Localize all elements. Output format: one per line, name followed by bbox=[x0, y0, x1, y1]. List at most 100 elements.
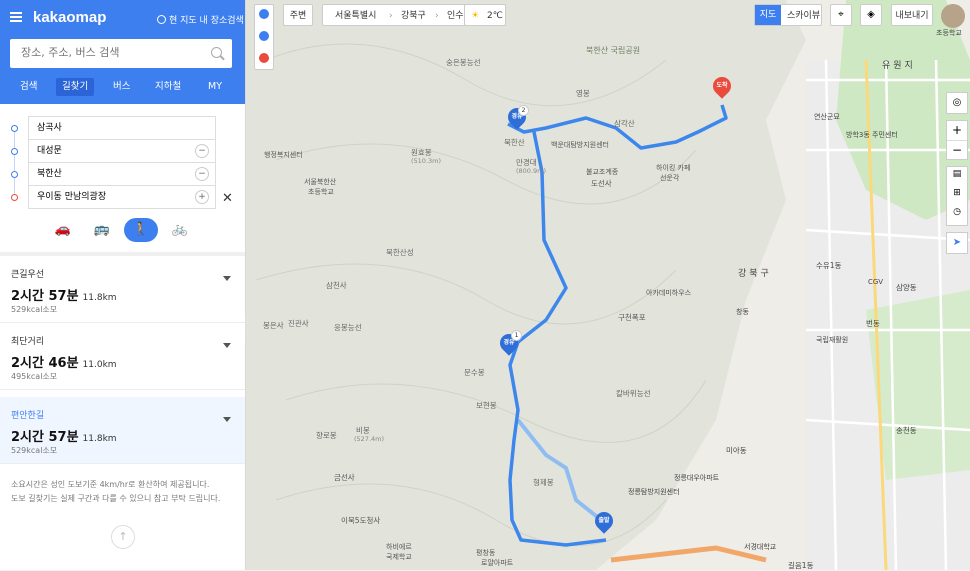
chevron-right-icon: › bbox=[435, 11, 439, 21]
marker-blue-icon[interactable] bbox=[259, 31, 269, 41]
skyview-button[interactable]: 스카이뷰 bbox=[787, 5, 820, 27]
map-view-button[interactable]: 지도 bbox=[755, 5, 781, 25]
notice-line: 소요시간은 성인 도보기준 4km/hr로 환산하여 제공됩니다. bbox=[11, 480, 210, 489]
via-dot-icon bbox=[11, 171, 18, 178]
bicycle-icon[interactable]: 🚲 bbox=[163, 218, 197, 242]
chevron-down-icon[interactable] bbox=[223, 276, 231, 281]
search-input[interactable] bbox=[19, 45, 203, 60]
layers-icon[interactable]: ◈ bbox=[860, 4, 882, 26]
route-option-time: 2시간 57분 11.8km bbox=[11, 285, 117, 304]
route-option-name: 큰길우선 bbox=[11, 270, 45, 280]
start-label: 출발 bbox=[598, 517, 610, 524]
via-dot-icon bbox=[11, 148, 18, 155]
route-kcal: 529kcal소모 bbox=[11, 446, 58, 455]
end-dot-icon bbox=[11, 194, 18, 201]
waypoint-end[interactable]: 우이동 만남의광장 + bbox=[28, 185, 216, 209]
waypoint-label: 대성문 bbox=[37, 146, 62, 156]
tab-bus[interactable]: 버스 bbox=[107, 78, 136, 96]
nearby-button[interactable]: 주변 bbox=[283, 4, 313, 26]
add-waypoint-button[interactable]: + bbox=[195, 190, 209, 204]
route-option[interactable]: 큰길우선 2시간 57분 11.8km 529kcal소모 bbox=[0, 256, 245, 323]
map-side-tools bbox=[254, 4, 274, 70]
hamburger-menu-icon[interactable] bbox=[10, 12, 22, 22]
route-distance: 11.8km bbox=[82, 293, 117, 303]
tab-my[interactable]: MY bbox=[202, 78, 228, 96]
route-kcal: 495kcal소모 bbox=[11, 372, 58, 381]
tab-subway[interactable]: 지하철 bbox=[149, 78, 187, 96]
remove-waypoint-button[interactable]: − bbox=[195, 144, 209, 158]
remove-waypoint-button[interactable]: − bbox=[195, 167, 209, 181]
close-icon[interactable]: ✕ bbox=[222, 191, 233, 206]
car-icon[interactable]: 🚗 bbox=[46, 218, 80, 242]
bus-icon[interactable]: 🚌 bbox=[85, 218, 119, 242]
zoom-control: + − bbox=[946, 120, 968, 160]
search-in-map-toggle[interactable]: 현 지도 내 장소검색 bbox=[157, 13, 244, 26]
radio-icon bbox=[157, 15, 166, 24]
location-pin-icon[interactable]: ⌖ bbox=[830, 4, 852, 26]
end-marker[interactable]: 도착 bbox=[709, 73, 735, 99]
map-graphics bbox=[246, 0, 970, 570]
marker-blue-icon[interactable] bbox=[259, 9, 269, 19]
sun-icon: ☀ bbox=[471, 11, 480, 21]
walking-notice: 소요시간은 성인 도보기준 4km/hr로 환산하여 제공됩니다. 도보 길찾기… bbox=[11, 478, 236, 506]
transport-modes: 🚗 🚌 🚶 🚲 bbox=[0, 216, 245, 244]
route-option[interactable]: 최단거리 2시간 46분 11.0km 495kcal소모 bbox=[0, 323, 245, 390]
waypoint-via-1[interactable]: 대성문 − bbox=[28, 139, 216, 163]
export-button[interactable]: 내보내기 bbox=[891, 4, 933, 26]
map-type-toggle: 지도 스카이뷰 bbox=[754, 4, 822, 26]
zoom-in-icon[interactable]: + bbox=[947, 121, 967, 140]
notice-line: 도보 길찾기는 실제 구간과 다를 수 있으니 참고 부탁 드립니다. bbox=[11, 494, 221, 503]
navigation-icon[interactable]: ➤ bbox=[946, 232, 968, 254]
sidebar-header: kakaomap 현 지도 내 장소검색 검색 길찾기 버스 지하철 MY bbox=[0, 0, 245, 104]
start-marker[interactable]: 출발 bbox=[591, 508, 617, 534]
current-location-icon[interactable]: ◎ bbox=[946, 92, 968, 114]
start-dot-icon bbox=[11, 125, 18, 132]
route-distance: 11.0km bbox=[82, 360, 117, 370]
distance-icon[interactable]: ⊞ bbox=[947, 188, 967, 206]
chevron-right-icon: › bbox=[389, 11, 393, 21]
waypoint-label: 삼곡사 bbox=[37, 123, 62, 133]
route-distance: 11.8km bbox=[82, 434, 117, 444]
route-option-name: 편안한길 bbox=[11, 411, 45, 421]
route-time: 2시간 57분 bbox=[11, 430, 79, 445]
via-2-number: 2 bbox=[518, 105, 529, 116]
chevron-down-icon[interactable] bbox=[223, 417, 231, 422]
roadview-icon[interactable]: ▤ bbox=[947, 169, 967, 187]
route-option-time: 2시간 57분 11.8km bbox=[11, 426, 117, 445]
waypoint-label: 우이동 만남의광장 bbox=[37, 192, 107, 202]
end-label: 도착 bbox=[716, 82, 728, 89]
search-icon[interactable] bbox=[211, 47, 222, 58]
tab-directions[interactable]: 길찾기 bbox=[56, 78, 95, 96]
route-time: 2시간 57분 bbox=[11, 289, 79, 304]
via-1-number: 1 bbox=[511, 330, 522, 341]
breadcrumb-item[interactable]: 강북구 bbox=[401, 5, 426, 27]
timer-icon[interactable]: ◷ bbox=[947, 207, 967, 225]
walk-icon[interactable]: 🚶 bbox=[124, 218, 158, 242]
tab-search[interactable]: 검색 bbox=[14, 78, 43, 96]
main-tabs: 검색 길찾기 버스 지하철 MY bbox=[0, 76, 245, 98]
weather-temp: 2℃ bbox=[487, 11, 503, 21]
scroll-top-button[interactable]: ↑ bbox=[111, 525, 135, 549]
breadcrumb-item[interactable]: 서울특별시 bbox=[335, 5, 376, 27]
route-option-name: 최단거리 bbox=[11, 337, 45, 347]
kakaomap-logo[interactable]: kakaomap bbox=[33, 9, 106, 26]
route-kcal: 529kcal소모 bbox=[11, 305, 58, 314]
map-canvas[interactable]: 북한산 국립공원 영봉 숭은봉능선 원효봉 (510.3m) 북한산 만경대 (… bbox=[246, 0, 970, 570]
logo-row: kakaomap 현 지도 내 장소검색 bbox=[0, 0, 245, 36]
map-tools: ▤ ⊞ ◷ bbox=[946, 166, 968, 226]
sidebar: kakaomap 현 지도 내 장소검색 검색 길찾기 버스 지하철 MY 삼곡… bbox=[0, 0, 246, 570]
waypoint-label: 북한산 bbox=[37, 169, 62, 179]
waypoint-start[interactable]: 삼곡사 bbox=[28, 116, 216, 140]
map-label: 초등학교 bbox=[936, 29, 962, 37]
avatar[interactable] bbox=[941, 4, 965, 28]
search-in-map-label: 현 지도 내 장소검색 bbox=[169, 16, 244, 26]
chevron-down-icon[interactable] bbox=[223, 343, 231, 348]
zoom-out-icon[interactable]: − bbox=[947, 140, 967, 160]
waypoint-connector bbox=[14, 130, 15, 197]
route-option-selected[interactable]: 편안한길 2시간 57분 11.8km 529kcal소모 bbox=[0, 397, 245, 464]
waypoint-via-2[interactable]: 북한산 − bbox=[28, 162, 216, 186]
marker-red-icon[interactable] bbox=[259, 53, 269, 63]
search-box bbox=[10, 39, 232, 68]
weather-widget: ☀ 2℃ bbox=[464, 4, 506, 26]
route-time: 2시간 46분 bbox=[11, 356, 79, 371]
